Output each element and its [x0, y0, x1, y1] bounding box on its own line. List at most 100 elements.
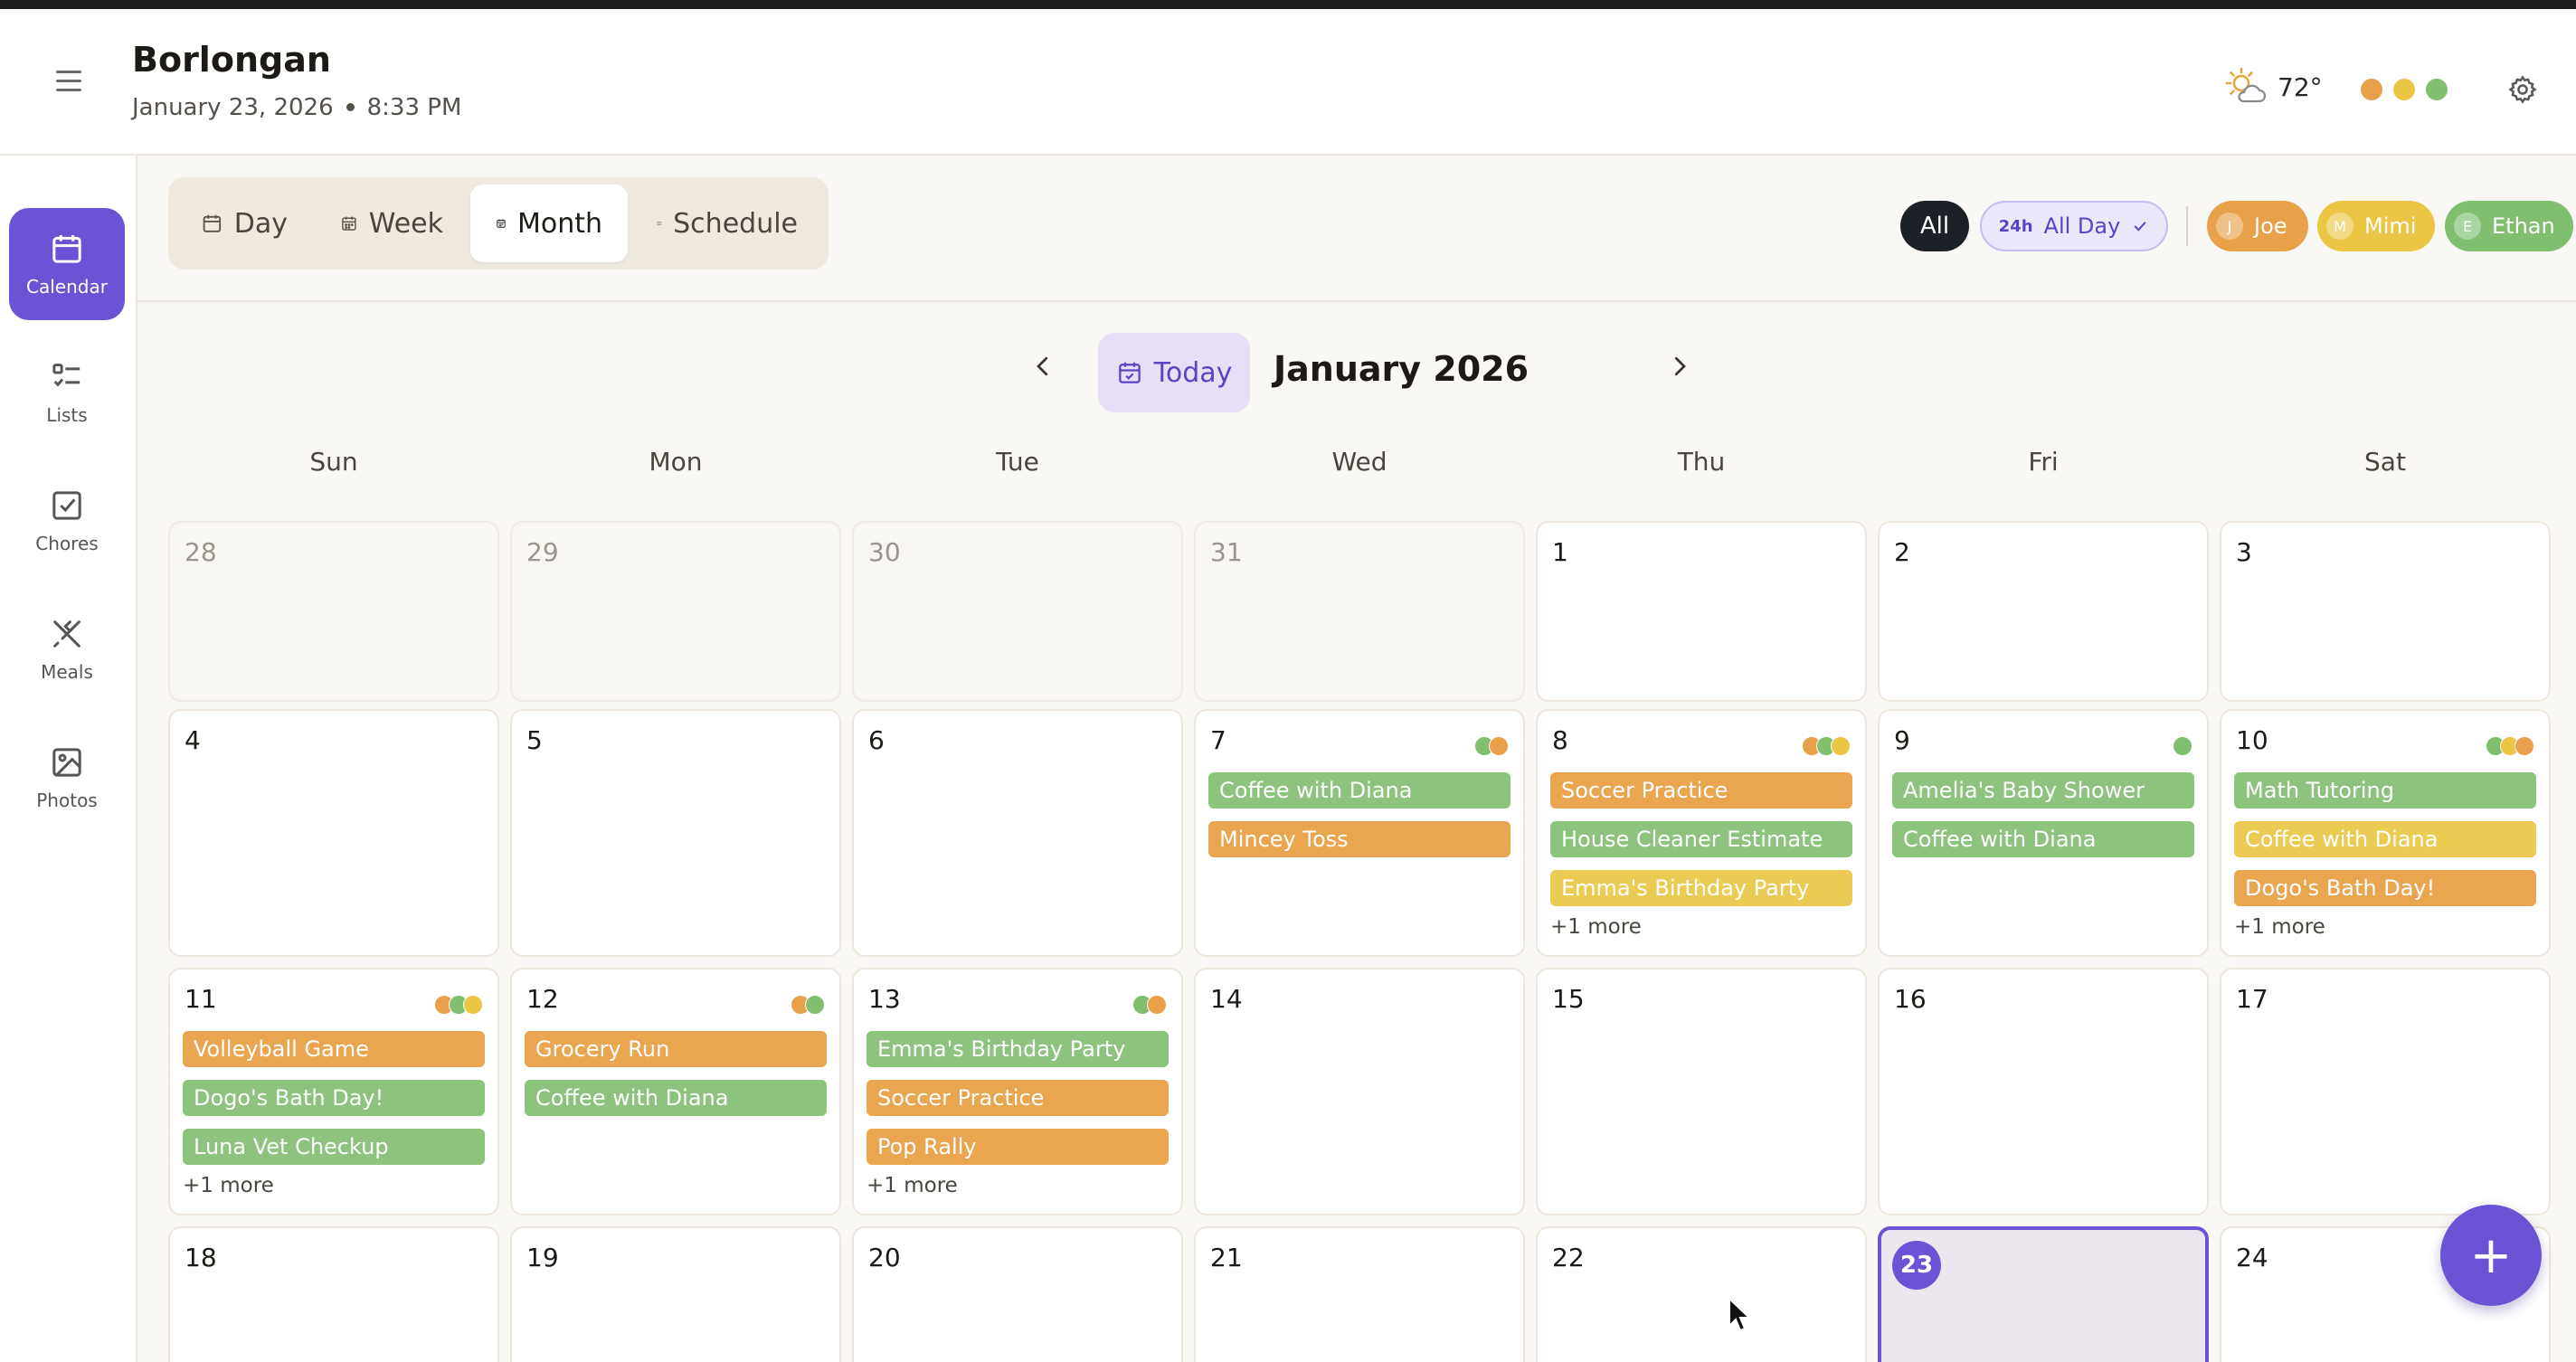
day-cell[interactable]: 19	[510, 1226, 841, 1362]
event-pill[interactable]: Dogo's Bath Day!	[183, 1080, 485, 1116]
event-pill[interactable]: Soccer Practice	[867, 1080, 1169, 1116]
sidebar-item-label: Calendar	[26, 276, 108, 298]
calendar-week-icon	[342, 216, 356, 231]
day-cell[interactable]: 17	[2220, 968, 2551, 1215]
member-color-dots	[2361, 79, 2448, 100]
day-cell[interactable]: 10 Math Tutoring Coffee with Diana Dogo's B…	[2220, 709, 2551, 957]
calendar-toolbar: Day Week Month Schedule All 24h All Day …	[137, 156, 2576, 302]
day-cell[interactable]: 15	[1536, 968, 1867, 1215]
day-cell[interactable]: 22	[1536, 1226, 1867, 1362]
member-indicator-dots	[1802, 736, 1851, 756]
sidebar-item-photos[interactable]: Photos	[9, 722, 125, 834]
day-cell[interactable]: 31	[1194, 521, 1525, 702]
day-cell[interactable]: 11 Volleyball Game Dogo's Bath Day! Luna Ve…	[168, 968, 499, 1215]
add-event-button[interactable]: +	[2440, 1205, 2542, 1306]
day-number: 14	[1210, 984, 1243, 1014]
person-filter-ethan[interactable]: E Ethan	[2445, 201, 2573, 251]
view-week-label: Week	[368, 207, 443, 240]
day-cell[interactable]: 29	[510, 521, 841, 702]
day-number: 13	[868, 984, 901, 1014]
view-month-button[interactable]: Month	[470, 184, 628, 262]
day-cell[interactable]: 14	[1194, 968, 1525, 1215]
more-events-link[interactable]: +1 more	[867, 1174, 1169, 1197]
person-filter-mimi[interactable]: M Mimi	[2317, 201, 2435, 251]
member-dot	[1147, 995, 1167, 1015]
person-name: Ethan	[2492, 213, 2555, 239]
more-events-link[interactable]: +1 more	[2234, 915, 2536, 939]
avatar: E	[2454, 213, 2481, 240]
partly-cloudy-icon	[2225, 67, 2267, 103]
all-day-label: All Day	[2043, 213, 2121, 239]
day-cell[interactable]: 3	[2220, 521, 2551, 702]
event-list: Soccer Practice House Cleaner Estimate Emm…	[1550, 772, 1852, 939]
event-pill[interactable]: Coffee with Diana	[2234, 821, 2536, 857]
member-indicator-dots	[1474, 736, 1509, 756]
day-cell[interactable]: 28	[168, 521, 499, 702]
day-cell[interactable]: 4	[168, 709, 499, 957]
day-cell[interactable]: 16	[1878, 968, 2209, 1215]
event-pill[interactable]: Luna Vet Checkup	[183, 1129, 485, 1165]
filter-divider	[2186, 206, 2188, 246]
calendar-month-icon	[497, 219, 506, 228]
event-pill[interactable]: Soccer Practice	[1550, 772, 1852, 809]
sidebar-item-label: Chores	[35, 533, 99, 554]
member-indicator-dots	[2173, 736, 2192, 756]
day-cell[interactable]: 13 Emma's Birthday Party Soccer Practice Po…	[852, 968, 1183, 1215]
day-cell-today[interactable]: 23	[1878, 1226, 2209, 1362]
event-pill[interactable]: Coffee with Diana	[1208, 772, 1511, 809]
member-dot	[1489, 736, 1509, 756]
event-pill[interactable]: Emma's Birthday Party	[1550, 870, 1852, 906]
day-cell[interactable]: 21	[1194, 1226, 1525, 1362]
event-pill[interactable]: House Cleaner Estimate	[1550, 821, 1852, 857]
day-cell[interactable]: 20	[852, 1226, 1183, 1362]
event-pill[interactable]: Volleyball Game	[183, 1031, 485, 1067]
sidebar-item-lists[interactable]: Lists	[9, 336, 125, 449]
weekday-label: Thu	[1677, 447, 1726, 477]
day-cell[interactable]: 8 Soccer Practice House Cleaner Estimate Em…	[1536, 709, 1867, 957]
checkbox-icon	[52, 491, 81, 520]
day-number: 10	[2236, 725, 2268, 755]
all-day-toggle[interactable]: 24h All Day	[1980, 201, 2168, 251]
sidebar-item-meals[interactable]: Meals	[9, 593, 125, 705]
event-pill[interactable]: Pop Rally	[867, 1129, 1169, 1165]
weekday-label: Wed	[1331, 447, 1387, 477]
weekday-label: Mon	[649, 447, 703, 477]
day-cell[interactable]: 1	[1536, 521, 1867, 702]
event-pill[interactable]: Emma's Birthday Party	[867, 1031, 1169, 1067]
day-cell[interactable]: 6	[852, 709, 1183, 957]
day-cell[interactable]: 9 Amelia's Baby Shower Coffee with Diana	[1878, 709, 2209, 957]
day-cell[interactable]: 5	[510, 709, 841, 957]
schedule-list-icon	[657, 222, 662, 225]
view-week-button[interactable]: Week	[315, 184, 469, 262]
filter-all-button[interactable]: All	[1900, 201, 1969, 251]
view-schedule-button[interactable]: Schedule	[631, 184, 823, 262]
more-events-link[interactable]: +1 more	[183, 1174, 485, 1197]
day-cell[interactable]: 30	[852, 521, 1183, 702]
hamburger-menu-icon[interactable]	[52, 69, 85, 94]
event-pill[interactable]: Coffee with Diana	[1892, 821, 2194, 857]
next-month-chevron-icon[interactable]	[1666, 353, 1693, 380]
day-cell[interactable]: 18	[168, 1226, 499, 1362]
sidebar-item-chores[interactable]: Chores	[9, 465, 125, 577]
event-list: Volleyball Game Dogo's Bath Day! Luna Vet …	[183, 1031, 485, 1197]
sidebar-item-calendar[interactable]: Calendar	[9, 208, 125, 320]
event-pill[interactable]: Dogo's Bath Day!	[2234, 870, 2536, 906]
person-filter-joe[interactable]: J Joe	[2207, 201, 2308, 251]
prev-month-chevron-icon[interactable]	[1029, 353, 1056, 380]
day-cell[interactable]: 12 Grocery Run Coffee with Diana	[510, 968, 841, 1215]
event-pill[interactable]: Amelia's Baby Shower	[1892, 772, 2194, 809]
view-day-button[interactable]: Day	[175, 184, 313, 262]
weather-widget[interactable]: 72°	[2225, 67, 2323, 107]
event-pill[interactable]: Math Tutoring	[2234, 772, 2536, 809]
more-events-link[interactable]: +1 more	[1550, 915, 1852, 939]
event-pill[interactable]: Grocery Run	[525, 1031, 827, 1067]
current-datetime: January 23, 2026 8:33 PM	[132, 94, 461, 121]
day-cell[interactable]: 7 Coffee with Diana Mincey Toss	[1194, 709, 1525, 957]
day-cell[interactable]: 2	[1878, 521, 2209, 702]
day-number: 30	[868, 537, 901, 567]
day-number: 9	[1894, 725, 1910, 755]
today-button[interactable]: Today	[1098, 333, 1250, 412]
event-pill[interactable]: Mincey Toss	[1208, 821, 1511, 857]
event-pill[interactable]: Coffee with Diana	[525, 1080, 827, 1116]
gear-icon[interactable]	[2507, 74, 2538, 105]
